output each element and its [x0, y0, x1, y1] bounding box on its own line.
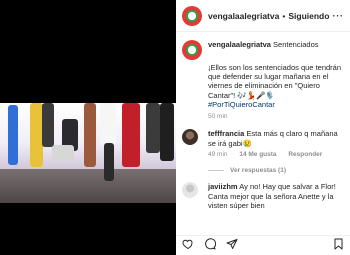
- comment-timestamp: 49 min: [208, 151, 228, 159]
- view-replies[interactable]: Ver respuestas (1): [176, 158, 350, 174]
- stage-floor: [0, 169, 176, 203]
- person-figure: [100, 103, 116, 145]
- person-figure: [122, 103, 140, 167]
- avatar[interactable]: [182, 5, 202, 26]
- person-figure: [8, 105, 18, 165]
- share-icon[interactable]: [226, 237, 238, 255]
- comment-row: tefffrancia Esta más q claro q mañana se…: [176, 121, 350, 148]
- caption-timestamp: 50 min: [208, 113, 228, 121]
- caption-text-block: ¡Ellos son los sentenciados que tendrán …: [176, 60, 350, 121]
- comment-icon[interactable]: [204, 237, 217, 255]
- avatar[interactable]: [182, 129, 198, 146]
- post-video[interactable]: [0, 103, 176, 203]
- reply-button[interactable]: Responder: [288, 151, 322, 158]
- avatar[interactable]: [182, 40, 202, 60]
- post-side-panel: vengalaalegriatva • Siguiendo ⋯ vengalaa…: [176, 0, 350, 255]
- action-bar: [176, 235, 350, 255]
- person-figure: [160, 103, 174, 161]
- post-header: vengalaalegriatva • Siguiendo ⋯: [176, 0, 350, 32]
- comment-likes[interactable]: 14 Me gusta: [239, 151, 276, 158]
- hashtag-link[interactable]: #PorTiQuieroCantar: [208, 100, 344, 109]
- divider: [208, 170, 224, 171]
- separator-dot: •: [282, 10, 286, 21]
- person-figure: [84, 103, 96, 167]
- avatar[interactable]: [182, 182, 198, 199]
- caption-row: vengalaalegriatva Sentenciados: [176, 32, 350, 60]
- view-replies-label[interactable]: Ver respuestas (1): [230, 167, 286, 174]
- comment-username[interactable]: tefffrancia: [208, 129, 244, 138]
- comment-row: javiizhm Ay no! Hay que salvar a Flor! C…: [176, 174, 350, 211]
- caption-first-line: Sentenciados: [273, 40, 319, 49]
- following-button[interactable]: Siguiendo: [288, 11, 329, 21]
- more-options-icon[interactable]: ⋯: [332, 10, 344, 21]
- heart-icon[interactable]: [182, 237, 194, 255]
- account-username[interactable]: vengalaalegriatva: [208, 11, 279, 21]
- person-figure: [104, 143, 114, 181]
- person-figure: [42, 103, 54, 147]
- person-figure: [146, 103, 160, 153]
- bookmark-icon[interactable]: [333, 237, 344, 255]
- caption-username[interactable]: vengalaalegriatva: [208, 40, 271, 49]
- caption-text: ¡Ellos son los sentenciados que tendrán …: [208, 63, 342, 100]
- comment-meta: 49 min 14 Me gusta Responder: [176, 148, 350, 158]
- person-figure: [52, 145, 74, 161]
- comment-username[interactable]: javiizhm: [208, 182, 238, 191]
